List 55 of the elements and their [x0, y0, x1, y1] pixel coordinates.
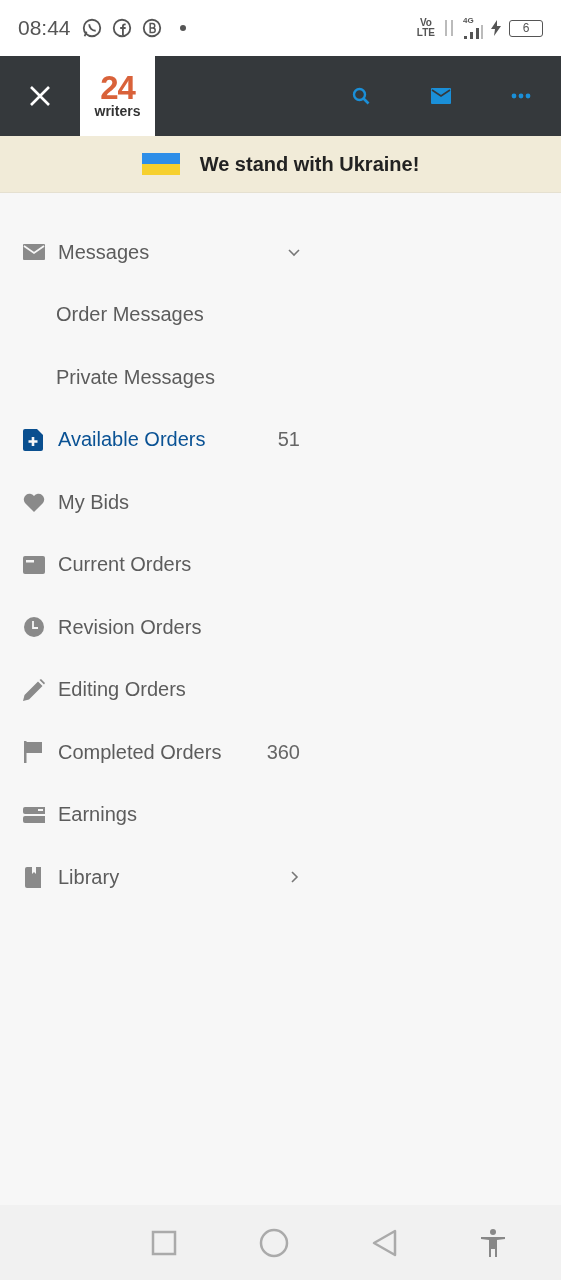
menu-item[interactable]: Earnings: [0, 783, 320, 846]
menu-label: Available Orders: [58, 428, 207, 452]
heart-icon: [23, 491, 45, 514]
menu-label: Messages: [58, 240, 151, 264]
more-icon: [511, 93, 531, 99]
menu-label: Earnings: [58, 803, 138, 827]
menu-item[interactable]: Library: [0, 846, 320, 909]
chat-app-icon: [140, 17, 163, 39]
clock-icon: [23, 616, 45, 639]
logo[interactable]: 24 writers: [80, 56, 155, 136]
back-icon[interactable]: [371, 1228, 398, 1257]
menu-item[interactable]: My Bids: [0, 471, 320, 534]
flag-icon: [141, 153, 180, 175]
menu-item[interactable]: Revision Orders: [0, 596, 320, 659]
home-icon[interactable]: [259, 1227, 290, 1258]
submenu-item[interactable]: Private Messages: [0, 346, 320, 409]
menu-item[interactable]: Current Orders: [0, 533, 320, 596]
menu-item[interactable]: Completed Orders 360: [0, 721, 320, 784]
submenu-item[interactable]: Order Messages: [0, 283, 320, 346]
network-label: Vo LTE: [416, 18, 435, 38]
chevron-down-icon: [288, 246, 300, 259]
menu-item[interactable]: Available Orders 51: [0, 408, 320, 471]
menu-item[interactable]: Editing Orders: [0, 658, 320, 721]
menu-label: Editing Orders: [58, 678, 187, 702]
menu-label: Private Messages: [55, 365, 216, 389]
banner-text: We stand with Ukraine!: [199, 152, 420, 176]
logo-word: writers: [94, 103, 141, 119]
pencil-icon: [23, 678, 45, 701]
menu-label: Current Orders: [58, 553, 193, 577]
item-count: 51: [277, 428, 300, 452]
menu-item[interactable]: Messages: [0, 221, 320, 284]
clock-time: 08:44: [18, 16, 71, 40]
notification-dot-icon: [178, 24, 187, 32]
item-count: 360: [266, 740, 300, 764]
social-app-icon: [110, 17, 133, 39]
menu-label: Library: [58, 865, 121, 889]
flag-icon: [23, 741, 45, 764]
logo-number: 24: [100, 73, 135, 103]
chevron-right-icon: [288, 871, 300, 884]
network-type-label: 4G: [463, 17, 474, 25]
charging-icon: [491, 20, 501, 36]
accessibility-icon[interactable]: [479, 1228, 506, 1257]
menu-label: Revision Orders: [58, 615, 203, 639]
doc-icon: [23, 428, 45, 451]
chat-app-icon: [80, 17, 103, 39]
signal-icon: [463, 25, 483, 39]
battery-level: 6: [509, 19, 543, 37]
menu-label: Completed Orders: [58, 740, 223, 764]
envelope-icon: [431, 88, 451, 104]
card-icon: [23, 553, 45, 576]
search-icon: [352, 87, 370, 105]
recent-apps-icon[interactable]: [151, 1229, 178, 1256]
menu-label: Order Messages: [55, 303, 205, 327]
menu-label: My Bids: [58, 490, 131, 514]
close-icon: [29, 85, 51, 107]
